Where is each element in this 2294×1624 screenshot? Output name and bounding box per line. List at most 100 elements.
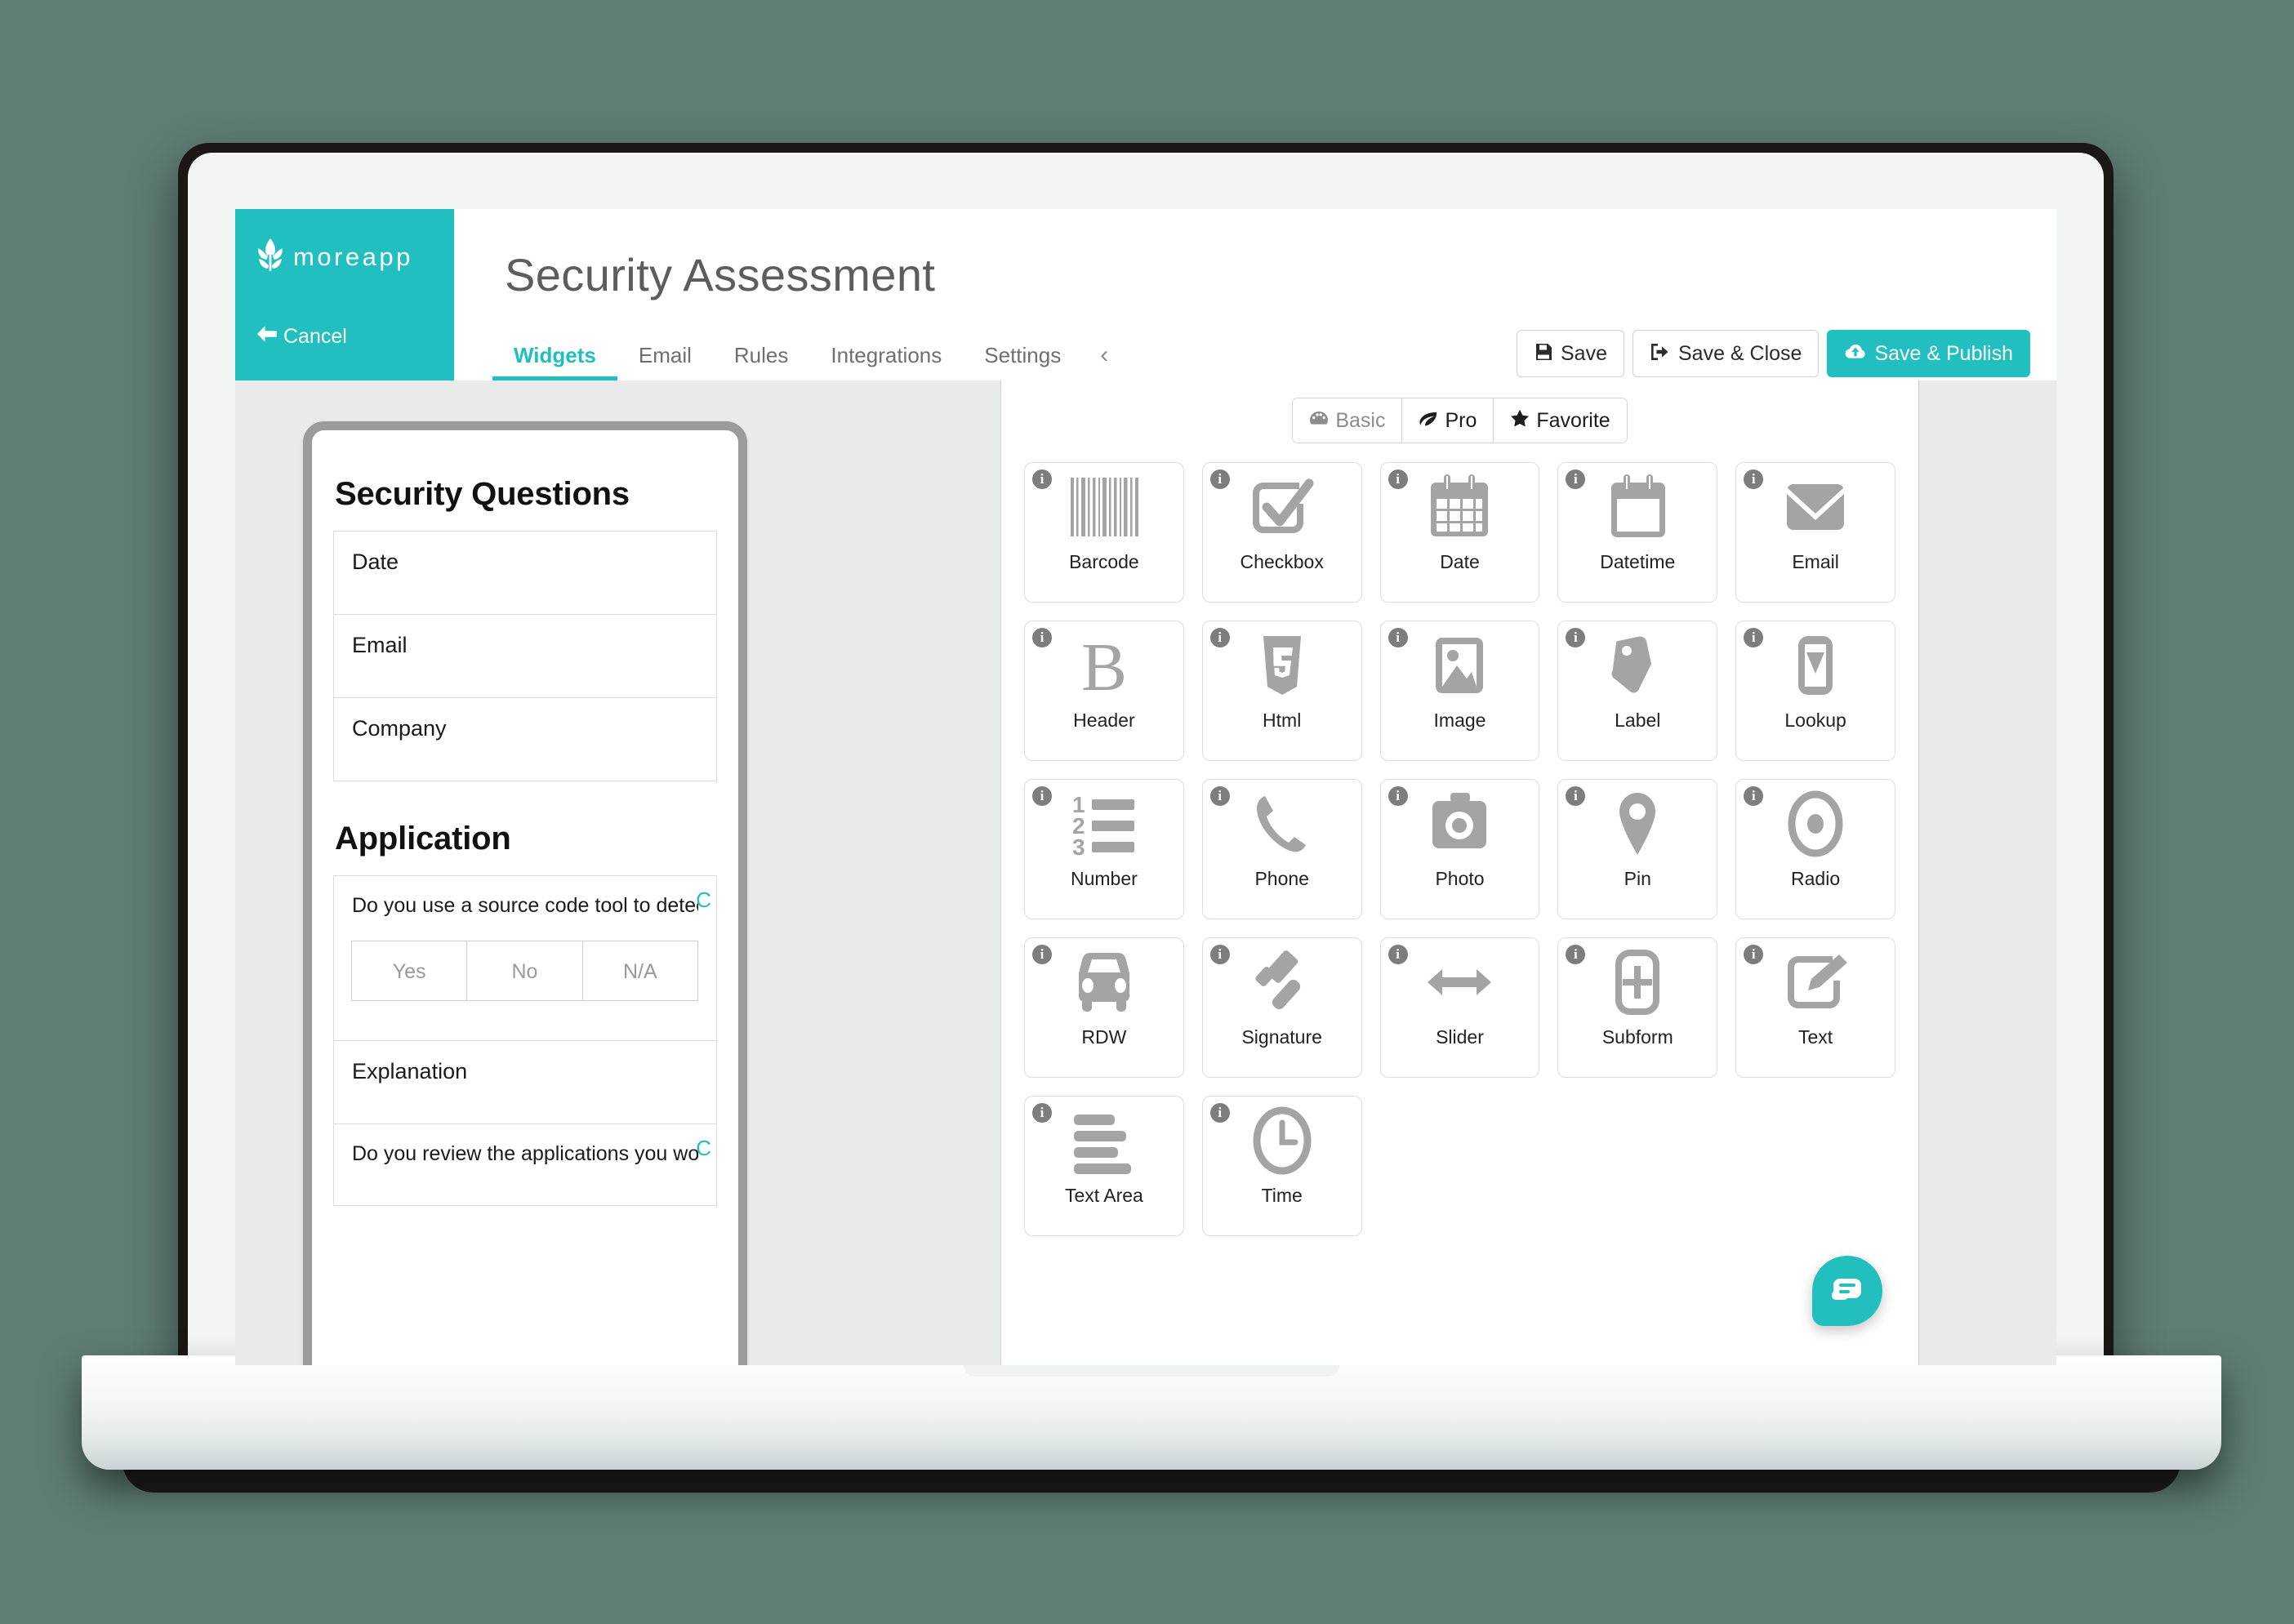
widget-label: Barcode — [1069, 551, 1139, 572]
info-icon[interactable]: i — [1388, 469, 1408, 489]
preview-field-company[interactable]: Company — [334, 698, 716, 781]
widget-card-html[interactable]: i Html — [1201, 621, 1362, 761]
preview-question-1-text: Do you use a source code tool to detect … — [352, 894, 698, 917]
tab-integrations[interactable]: Integrations — [809, 330, 963, 380]
save-and-publish-button[interactable]: Save & Publish — [1827, 330, 2030, 377]
preview-field-group-1: Date Email Company — [333, 531, 717, 781]
widget-label: Photo — [1435, 868, 1485, 889]
preview-question-2[interactable]: Do you review the applications you work … — [334, 1124, 716, 1206]
filter-favorite-button[interactable]: Favorite — [1493, 398, 1627, 443]
info-icon[interactable]: i — [1744, 469, 1764, 489]
form-preview: Security Questions Date Email Company Ap… — [303, 421, 747, 1365]
widget-card-header[interactable]: i B Header — [1024, 621, 1184, 761]
widget-card-barcode[interactable]: i Barcode — [1024, 462, 1184, 603]
preview-field-label: Explanation — [352, 1059, 468, 1083]
action-buttons: Save Save & Close Save & Publish — [1517, 330, 2030, 377]
info-icon[interactable]: i — [1209, 1103, 1230, 1123]
widget-card-photo[interactable]: i Photo — [1379, 779, 1540, 919]
widget-label: Datetime — [1600, 551, 1676, 572]
widget-library-panel: Basic Pro Favorite i Barcode i Checkbox … — [1000, 380, 1919, 1365]
widget-card-rdw[interactable]: i RDW — [1024, 937, 1184, 1078]
widget-label: Text — [1798, 1026, 1833, 1048]
save-and-close-button[interactable]: Save & Close — [1632, 330, 1820, 377]
cancel-label: Cancel — [283, 325, 347, 348]
preview-question-2-mark: C — [696, 1136, 711, 1160]
cancel-button[interactable]: Cancel — [256, 325, 347, 349]
info-icon[interactable]: i — [1032, 945, 1052, 964]
chat-launcher-button[interactable] — [1812, 1256, 1882, 1326]
tab-widgets[interactable]: Widgets — [492, 330, 617, 380]
widget-label: Email — [1792, 551, 1839, 572]
info-icon[interactable]: i — [1032, 786, 1052, 806]
widget-label: Text Area — [1064, 1185, 1143, 1206]
widget-card-image[interactable]: i Image — [1379, 621, 1540, 761]
tab-rules[interactable]: Rules — [713, 330, 809, 380]
widget-card-email[interactable]: i Email — [1735, 462, 1895, 603]
widget-filter-bar: Basic Pro Favorite — [1001, 380, 1918, 451]
widget-label: Signature — [1241, 1026, 1322, 1048]
app-window: moreapp Cancel Security Assessment Widge… — [235, 209, 2056, 1365]
filter-basic-label: Basic — [1335, 408, 1386, 432]
widget-label: Html — [1263, 710, 1302, 731]
tab-email[interactable]: Email — [617, 330, 713, 380]
workspace: Security Questions Date Email Company Ap… — [235, 380, 2056, 1365]
tab-bar: Widgets Email Rules Integrations Setting… — [492, 330, 1126, 380]
widget-card-datetime[interactable]: i Datetime — [1557, 462, 1718, 603]
widget-label: Pin — [1624, 868, 1651, 889]
filter-favorite-label: Favorite — [1536, 408, 1610, 432]
filter-basic-button[interactable]: Basic — [1293, 398, 1402, 443]
widget-card-date[interactable]: i Date — [1379, 462, 1540, 603]
info-icon[interactable]: i — [1032, 1103, 1052, 1123]
widget-card-number[interactable]: i 1 2 3 Number — [1024, 779, 1184, 919]
info-icon[interactable]: i — [1388, 786, 1408, 806]
widget-label: RDW — [1081, 1026, 1127, 1048]
floppy-disk-icon — [1534, 342, 1553, 366]
filter-pro-button[interactable]: Pro — [1401, 398, 1494, 443]
svg-text:B: B — [1081, 631, 1127, 700]
widget-card-checkbox[interactable]: i Checkbox — [1201, 462, 1362, 603]
info-icon[interactable]: i — [1209, 786, 1230, 806]
wheat-leaf-icon — [256, 238, 284, 275]
preview-field-email[interactable]: Email — [334, 615, 716, 698]
widget-card-text[interactable]: i Text — [1735, 937, 1895, 1078]
widget-label: Radio — [1791, 868, 1841, 889]
info-icon[interactable]: i — [1388, 628, 1408, 647]
widget-card-pin[interactable]: i Pin — [1557, 779, 1718, 919]
widget-card-slider[interactable]: i Slider — [1379, 937, 1540, 1078]
info-icon[interactable]: i — [1209, 945, 1230, 964]
preview-question-1-mark: C — [696, 888, 711, 912]
info-icon[interactable]: i — [1388, 945, 1408, 964]
info-icon[interactable]: i — [1744, 945, 1764, 964]
widget-label: Phone — [1254, 868, 1309, 889]
widget-card-time[interactable]: i Time — [1201, 1096, 1362, 1236]
widget-card-radio[interactable]: i Radio — [1735, 779, 1895, 919]
preview-field-date[interactable]: Date — [334, 532, 716, 615]
chat-bubble-icon — [1830, 1275, 1864, 1308]
info-icon[interactable]: i — [1209, 469, 1230, 489]
info-icon[interactable]: i — [1032, 628, 1052, 647]
preview-field-label: Email — [352, 633, 408, 657]
page-title: Security Assessment — [505, 249, 936, 300]
preview-field-explanation[interactable]: Explanation — [334, 1041, 716, 1124]
info-icon[interactable]: i — [1744, 786, 1764, 806]
tab-settings[interactable]: Settings — [963, 330, 1082, 380]
preview-option-yes[interactable]: Yes — [351, 941, 468, 1001]
widget-card-signature[interactable]: i Signature — [1201, 937, 1362, 1078]
preview-field-group-2: Do you use a source code tool to detect … — [333, 875, 717, 1206]
widget-card-subform[interactable]: i Subform — [1557, 937, 1718, 1078]
info-icon[interactable]: i — [1032, 469, 1052, 489]
info-icon[interactable]: i — [1209, 628, 1230, 647]
widget-card-label[interactable]: i Label — [1557, 621, 1718, 761]
widget-card-phone[interactable]: i Phone — [1201, 779, 1362, 919]
widget-label: Time — [1261, 1185, 1303, 1206]
preview-option-na[interactable]: N/A — [581, 941, 698, 1001]
widget-card-lookup[interactable]: i Lookup — [1735, 621, 1895, 761]
info-icon[interactable]: i — [1744, 628, 1764, 647]
widget-card-text-area[interactable]: i Text Area — [1024, 1096, 1184, 1236]
chevron-left-icon[interactable]: ‹ — [1082, 330, 1126, 380]
preview-question-1[interactable]: Do you use a source code tool to detect … — [334, 876, 716, 1041]
preview-option-no[interactable]: No — [466, 941, 583, 1001]
save-button[interactable]: Save — [1517, 330, 1624, 377]
cloud-upload-icon — [1844, 343, 1867, 365]
widget-label: Number — [1070, 868, 1138, 889]
